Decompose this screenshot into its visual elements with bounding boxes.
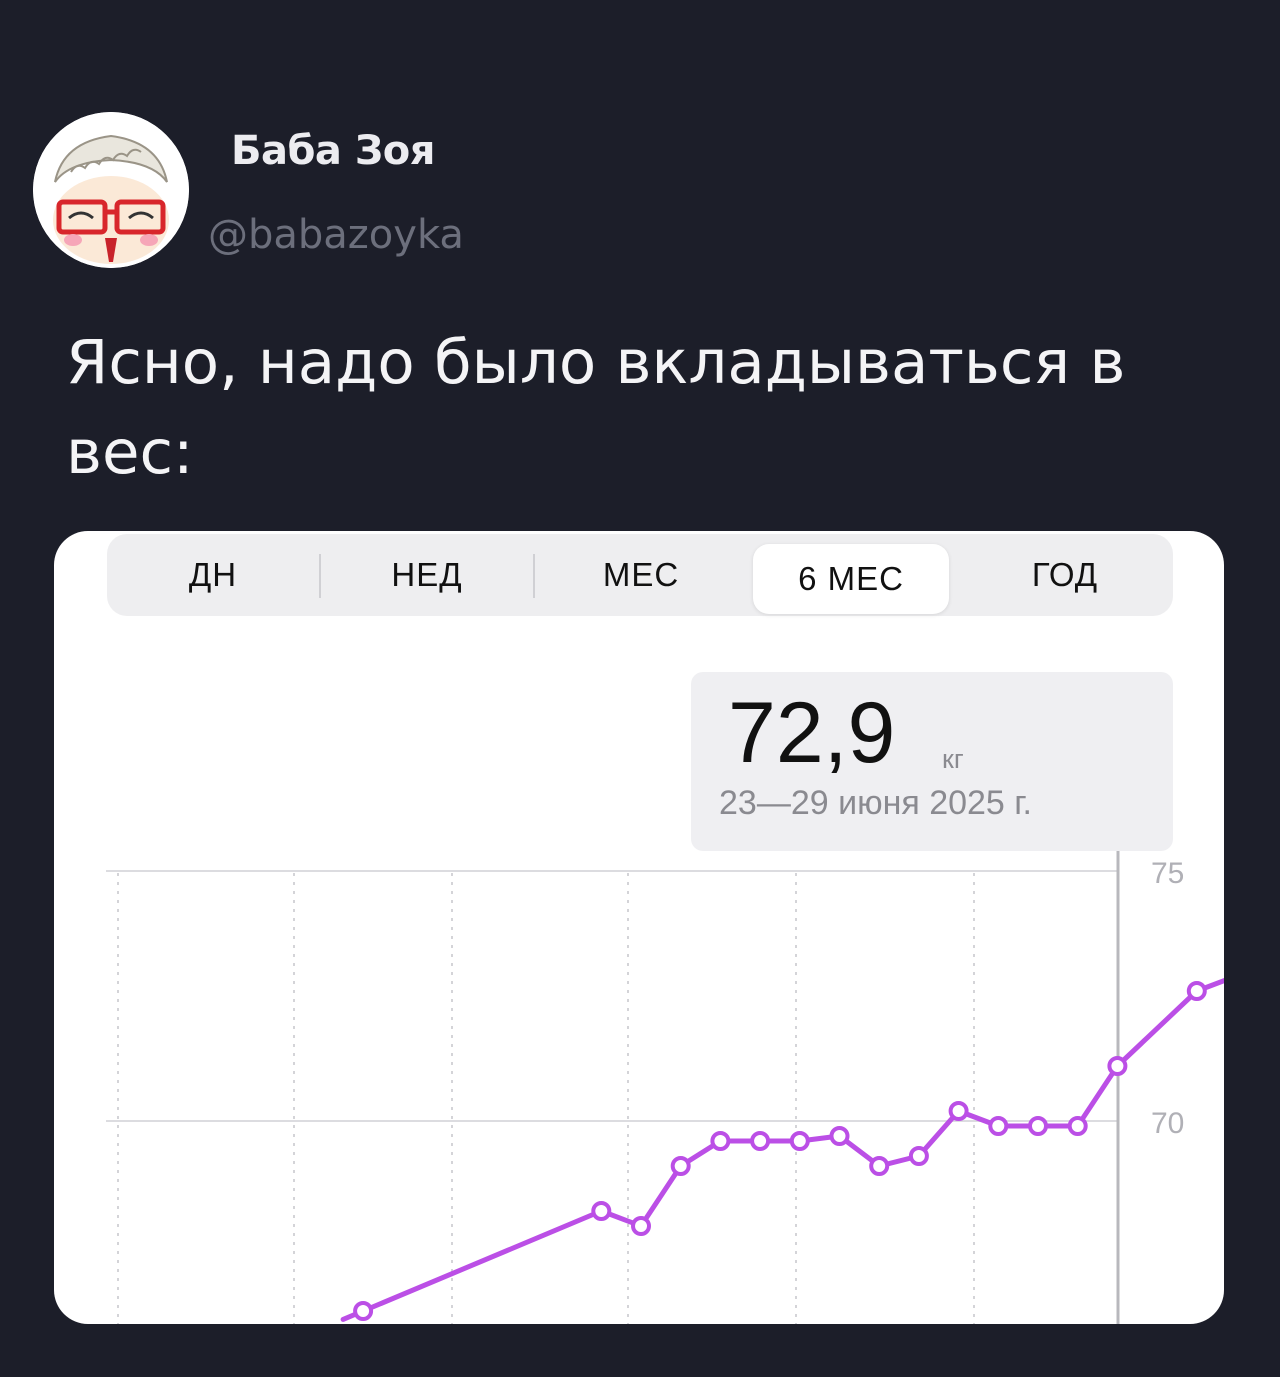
tweet-text: Ясно, надо было вкладываться в вес: bbox=[66, 327, 1126, 488]
data-point bbox=[829, 1126, 850, 1146]
data-point bbox=[710, 1131, 731, 1151]
data-point bbox=[750, 1131, 771, 1151]
data-point bbox=[591, 1201, 612, 1221]
data-point bbox=[908, 1146, 929, 1166]
author-name[interactable]: Баба Зоя bbox=[231, 128, 435, 174]
data-point bbox=[789, 1131, 810, 1151]
data-point bbox=[1186, 981, 1207, 1001]
data-point bbox=[353, 1301, 374, 1321]
value-tooltip: 72,9 кг 23—29 июня 2025 г. bbox=[691, 672, 1173, 851]
tooltip-value: 72,9 bbox=[728, 685, 896, 781]
data-point bbox=[670, 1156, 691, 1176]
tooltip-date: 23—29 июня 2025 г. bbox=[719, 784, 1032, 822]
data-point bbox=[988, 1116, 1009, 1136]
series-line bbox=[340, 978, 1224, 1322]
weight-chart: 75 70 bbox=[106, 851, 1224, 1324]
data-point bbox=[948, 1101, 969, 1121]
data-point bbox=[1107, 1056, 1128, 1076]
y-tick-label: 75 bbox=[1151, 857, 1184, 890]
y-tick-label: 70 bbox=[1151, 1107, 1184, 1140]
data-point bbox=[631, 1216, 651, 1236]
attached-image[interactable]: ДН НЕД МЕС 6 МЕС ГОД 75 70 72,9 кг 23—29 … bbox=[54, 531, 1224, 1324]
avatar[interactable] bbox=[33, 112, 189, 268]
tooltip-unit: кг bbox=[942, 744, 964, 774]
author-handle[interactable]: @babazoyka bbox=[208, 212, 464, 258]
data-point bbox=[1067, 1116, 1088, 1136]
data-point bbox=[1028, 1116, 1048, 1136]
data-point bbox=[869, 1156, 890, 1176]
